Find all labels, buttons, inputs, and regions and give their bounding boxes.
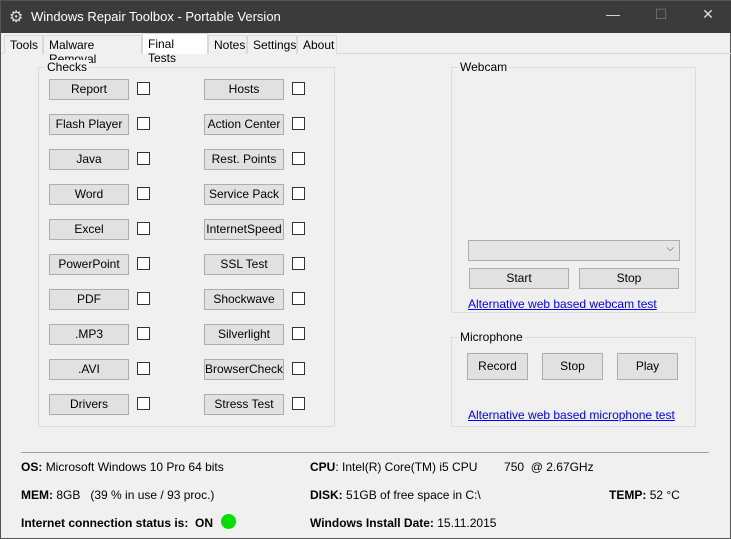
- check-button-powerpoint[interactable]: PowerPoint: [49, 254, 129, 275]
- check-button-hosts[interactable]: Hosts: [204, 79, 284, 100]
- check-checkbox[interactable]: [292, 257, 305, 270]
- check-button-flash-player[interactable]: Flash Player: [49, 114, 129, 135]
- webcam-start-button[interactable]: Start: [469, 268, 569, 289]
- check-button-browsercheck[interactable]: BrowserCheck: [204, 359, 284, 380]
- check-checkbox[interactable]: [137, 82, 150, 95]
- check-button-service-pack[interactable]: Service Pack: [204, 184, 284, 205]
- tab-about[interactable]: About: [297, 35, 337, 54]
- check-checkbox[interactable]: [292, 362, 305, 375]
- check-button-shockwave[interactable]: Shockwave: [204, 289, 284, 310]
- checks-label: Checks: [45, 60, 90, 74]
- mem-info: MEM: 8GB (39 % in use / 93 proc.): [21, 488, 215, 502]
- webcam-label: Webcam: [458, 60, 510, 74]
- check-checkbox[interactable]: [292, 187, 305, 200]
- divider: [21, 452, 709, 453]
- microphone-test-link[interactable]: Alternative web based microphone test: [468, 408, 675, 422]
- minimize-button[interactable]: —: [603, 6, 623, 22]
- tab-tools[interactable]: Tools: [4, 35, 43, 54]
- os-info: OS: Microsoft Windows 10 Pro 64 bits: [21, 460, 224, 474]
- close-button[interactable]: ✕: [698, 6, 718, 23]
- microphone-label: Microphone: [458, 330, 525, 344]
- maximize-button[interactable]: ☐: [651, 6, 671, 23]
- check-button-silverlight[interactable]: Silverlight: [204, 324, 284, 345]
- tab-settings[interactable]: Settings: [247, 35, 297, 54]
- gear-icon: ⚙: [9, 9, 24, 26]
- webcam-stop-button[interactable]: Stop: [579, 268, 679, 289]
- check-checkbox[interactable]: [137, 187, 150, 200]
- check-button-word[interactable]: Word: [49, 184, 129, 205]
- check-button-avi[interactable]: .AVI: [49, 359, 129, 380]
- install-date: Windows Install Date: 15.11.2015: [310, 516, 497, 530]
- title-bar: ⚙ Windows Repair Toolbox - Portable Vers…: [1, 1, 731, 33]
- check-checkbox[interactable]: [137, 327, 150, 340]
- check-button-pdf[interactable]: PDF: [49, 289, 129, 310]
- temp-info: TEMP: 52 °C: [609, 488, 680, 502]
- microphone-stop-button[interactable]: Stop: [542, 353, 603, 380]
- check-checkbox[interactable]: [292, 222, 305, 235]
- check-checkbox[interactable]: [137, 397, 150, 410]
- check-checkbox[interactable]: [137, 222, 150, 235]
- check-checkbox[interactable]: [137, 292, 150, 305]
- check-button-excel[interactable]: Excel: [49, 219, 129, 240]
- webcam-dropdown[interactable]: ⌵: [468, 240, 680, 261]
- internet-status: Internet connection status is: ON: [21, 516, 214, 530]
- check-checkbox[interactable]: [292, 82, 305, 95]
- disk-info: DISK: 51GB of free space in C:\: [310, 488, 481, 502]
- check-button-drivers[interactable]: Drivers: [49, 394, 129, 415]
- window-title: Windows Repair Toolbox - Portable Versio…: [31, 9, 281, 24]
- tab-notes[interactable]: Notes: [208, 35, 247, 54]
- check-checkbox[interactable]: [292, 292, 305, 305]
- check-button-report[interactable]: Report: [49, 79, 129, 100]
- check-button-ssl-test[interactable]: SSL Test: [204, 254, 284, 275]
- check-button-action-center[interactable]: Action Center: [204, 114, 284, 135]
- check-button-internetspeed[interactable]: InternetSpeed: [204, 219, 284, 240]
- check-checkbox[interactable]: [292, 117, 305, 130]
- chevron-down-icon: ⌵: [666, 243, 674, 254]
- tab-bar: Tools Malware Removal Final Tests Notes …: [1, 33, 731, 66]
- tab-malware-removal[interactable]: Malware Removal: [43, 35, 142, 66]
- record-button[interactable]: Record: [467, 353, 528, 380]
- check-button-java[interactable]: Java: [49, 149, 129, 170]
- check-checkbox[interactable]: [292, 327, 305, 340]
- check-checkbox[interactable]: [137, 257, 150, 270]
- check-button-mp3[interactable]: .MP3: [49, 324, 129, 345]
- webcam-test-link[interactable]: Alternative web based webcam test: [468, 297, 657, 311]
- tab-final-tests[interactable]: Final Tests: [142, 33, 208, 65]
- check-button-rest-points[interactable]: Rest. Points: [204, 149, 284, 170]
- check-checkbox[interactable]: [137, 362, 150, 375]
- status-indicator-icon: [221, 514, 236, 529]
- check-checkbox[interactable]: [292, 152, 305, 165]
- play-button[interactable]: Play: [617, 353, 678, 380]
- check-checkbox[interactable]: [137, 117, 150, 130]
- cpu-info: CPU: Intel(R) Core(TM) i5 CPU 750 @ 2.67…: [310, 460, 594, 474]
- check-button-stress-test[interactable]: Stress Test: [204, 394, 284, 415]
- check-checkbox[interactable]: [292, 397, 305, 410]
- check-checkbox[interactable]: [137, 152, 150, 165]
